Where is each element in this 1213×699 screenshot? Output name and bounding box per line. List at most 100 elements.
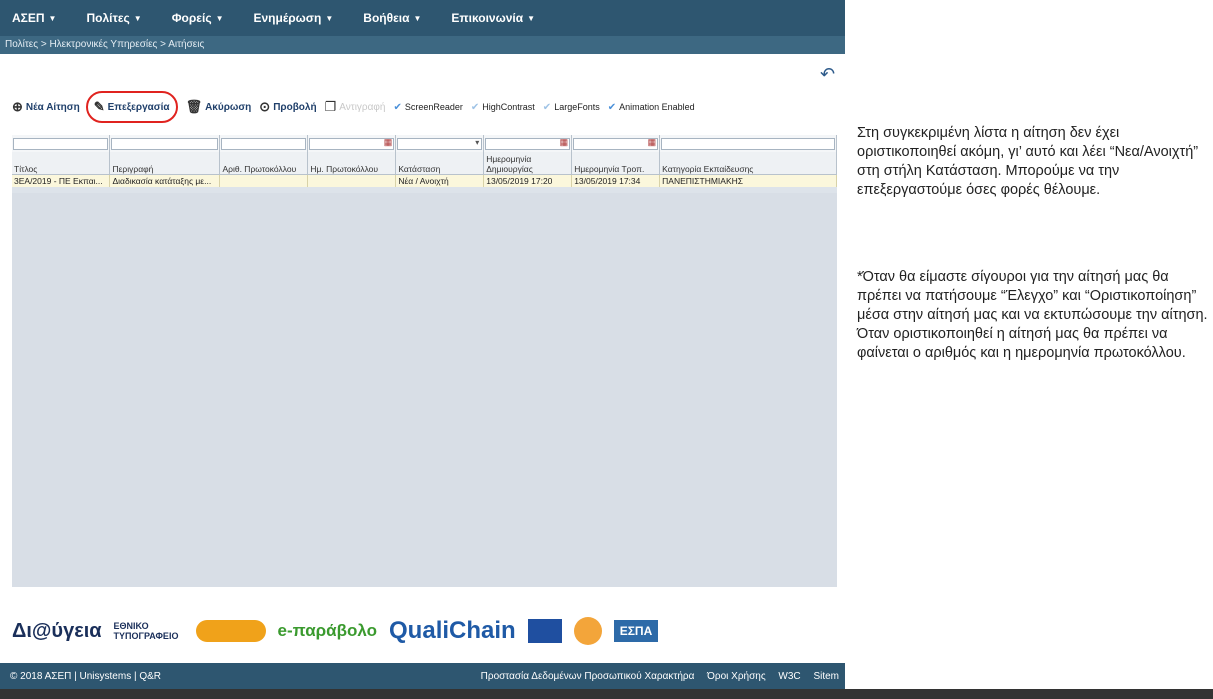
grid-empty-area xyxy=(12,193,837,587)
copy-icon: ❐ xyxy=(324,99,337,114)
footer-link-terms[interactable]: Όροι Χρήσης xyxy=(707,671,765,682)
filter-input[interactable] xyxy=(221,137,307,150)
eu-flag-icon xyxy=(527,619,562,643)
nav-item-bodies[interactable]: Φορείς ▼ xyxy=(172,11,224,25)
calendar-icon[interactable]: ▦ xyxy=(648,137,657,148)
copyright-text: © 2018 ΑΣΕΠ | Unisystems | Q&R xyxy=(10,670,162,682)
calendar-icon[interactable]: ▦ xyxy=(384,137,393,148)
nav-label: Επικοινωνία xyxy=(451,11,524,25)
table-cell: 3ΕΑ/2019 - ΠΕ Εκπαι... xyxy=(12,174,111,187)
nav-label: Βοήθεια xyxy=(363,11,410,25)
cancel-label: Ακύρωση xyxy=(205,101,252,113)
caret-down-icon: ▼ xyxy=(133,13,142,23)
view-button[interactable]: ⊙ Προβολή xyxy=(259,99,316,115)
filter-input[interactable] xyxy=(661,137,835,150)
column-header[interactable]: Τίτλος xyxy=(12,152,111,175)
caret-down-icon: ▼ xyxy=(215,13,224,23)
check-icon: ✔ xyxy=(542,101,552,113)
footer-link-privacy[interactable]: Προστασία Δεδομένων Προσωπικού Χαρακτήρα xyxy=(481,671,695,682)
edit-label: Επεξεργασία xyxy=(107,101,170,113)
filter-date-input[interactable]: ▦ xyxy=(485,137,571,150)
table-cell: 13/05/2019 17:34 xyxy=(571,174,661,187)
toolbar: ⊕ Νέα Αίτηση ✎ Επεξεργασία 🗑 Ακύρωση ⊙ Προβο… xyxy=(12,91,703,123)
table-cell: Διαδικασία κατάταξης με... xyxy=(109,174,221,187)
footer-links: Προστασία Δεδομένων Προσωπικού Χαρακτήρα… xyxy=(471,671,839,682)
caret-down-icon: ▼ xyxy=(48,13,57,23)
app-window: ΑΣΕΠ ▼ Πολίτες ▼ Φορείς ▼ Ενημέρωση ▼ Βοήθει… xyxy=(0,0,845,699)
table-cell: 13/05/2019 17:20 xyxy=(483,174,573,187)
toggle-label: HighContrast xyxy=(482,102,535,112)
check-icon: ✔ xyxy=(607,101,617,113)
cancel-button[interactable]: 🗑 Ακύρωση xyxy=(186,99,252,115)
column-header[interactable]: Κατηγορία Εκπαίδευσης xyxy=(659,152,837,175)
nav-label: ΑΣΕΠ xyxy=(12,11,45,25)
explanation-panel: Στη συγκεκριμένη λίστα η αίτηση δεν έχει… xyxy=(845,0,1213,689)
filter-input[interactable] xyxy=(111,137,219,150)
emblem-icon xyxy=(573,617,602,645)
column-header[interactable]: Ημερομηνία Τροπ. xyxy=(571,152,661,175)
caret-down-icon: ▼ xyxy=(413,13,422,23)
nav-item-asep[interactable]: ΑΣΕΠ ▼ xyxy=(12,11,56,25)
highcontrast-toggle[interactable]: ✔ HighContrast xyxy=(471,102,535,113)
screenreader-toggle[interactable]: ✔ ScreenReader xyxy=(393,102,462,113)
filter-status-select[interactable]: ▾ xyxy=(397,137,483,150)
footer-link-w3c[interactable]: W3C xyxy=(778,671,800,682)
filter-date-input[interactable]: ▦ xyxy=(309,137,395,150)
toggle-label: Animation Enabled xyxy=(619,102,695,112)
national-printing-logo[interactable]: ΕΘΝΙΚΟ ΤΥΠΟΓΡΑΦΕΙΟ xyxy=(114,621,184,641)
espa-logo[interactable]: ΕΣΠΑ xyxy=(613,620,659,642)
back-arrow-icon[interactable]: ↶ xyxy=(820,64,835,85)
edit-button[interactable]: ✎ Επεξεργασία xyxy=(85,91,178,123)
partner-logos: Δι@ύγεια ΕΘΝΙΚΟ ΤΥΠΟΓΡΑΦΕΙΟ e-παράβολο Q… xyxy=(12,610,837,652)
explanation-paragraph-2: *Όταν θα είμαστε σίγουροι για την αίτησή… xyxy=(857,269,1208,361)
breadcrumb[interactable]: Πολίτες > Ηλεκτρονικές Υπηρεσίες > Αιτήσ… xyxy=(0,36,845,54)
chevron-down-icon[interactable]: ▾ xyxy=(475,138,479,147)
column-header[interactable]: Κατάσταση xyxy=(395,152,485,175)
filter-row: ▦ ▾ ▦ ▦ xyxy=(12,135,837,152)
nav-label: Ενημέρωση xyxy=(253,11,322,25)
largefonts-toggle[interactable]: ✔ LargeFonts xyxy=(543,102,600,113)
toggle-label: LargeFonts xyxy=(554,102,600,112)
calendar-icon[interactable]: ▦ xyxy=(560,137,569,148)
new-application-button[interactable]: ⊕ Νέα Αίτηση xyxy=(12,99,80,115)
qualichain-logo[interactable]: QualiChain xyxy=(389,617,516,645)
table-cell xyxy=(307,174,397,187)
eparavolo-logo[interactable]: e-παράβολο xyxy=(278,621,377,641)
column-header[interactable]: Περιγραφή xyxy=(109,152,221,175)
toggle-label: ScreenReader xyxy=(404,102,463,112)
column-header[interactable]: Αριθ. Πρωτοκόλλου xyxy=(219,152,309,175)
copy-label: Αντιγραφή xyxy=(339,101,386,113)
animation-toggle[interactable]: ✔ Animation Enabled xyxy=(608,102,695,113)
nav-item-contact[interactable]: Επικοινωνία ▼ xyxy=(451,11,535,25)
check-icon: ✔ xyxy=(393,101,402,113)
table-row[interactable]: 3ΕΑ/2019 - ΠΕ Εκπαι... Διαδικασία κατάτα… xyxy=(12,174,837,187)
nav-item-news[interactable]: Ενημέρωση ▼ xyxy=(253,11,333,25)
nav-label: Φορείς xyxy=(171,11,212,25)
diavgeia-logo[interactable]: Δι@ύγεια xyxy=(12,620,102,643)
trash-icon: 🗑 xyxy=(185,99,203,114)
table-cell: ΠΑΝΕΠΙΣΤΗΜΙΑΚΗΣ xyxy=(659,174,837,187)
nav-item-help[interactable]: Βοήθεια ▼ xyxy=(363,11,421,25)
check-icon: ✔ xyxy=(470,101,480,113)
nav-item-citizens[interactable]: Πολίτες ▼ xyxy=(86,11,141,25)
new-application-label: Νέα Αίτηση xyxy=(25,101,80,113)
table-cell: Νέα / Ανοιχτή xyxy=(395,174,485,187)
nav-label: Πολίτες xyxy=(86,11,130,25)
applications-grid: ▦ ▾ ▦ ▦ Τίτλος Περιγραφή Αριθ. Πρωτοκόλλ… xyxy=(12,135,837,587)
caret-down-icon: ▼ xyxy=(325,13,334,23)
column-header[interactable]: Ημερομηνία Δημιουργίας xyxy=(483,152,573,175)
explanation-paragraph-1: Στη συγκεκριμένη λίστα η αίτηση δεν έχει… xyxy=(857,125,1199,198)
footer-link-sitemap[interactable]: Sitem xyxy=(813,671,839,682)
applications-table: ▦ ▾ ▦ ▦ Τίτλος Περιγραφή Αριθ. Πρωτοκόλλ… xyxy=(12,135,837,187)
copy-button[interactable]: ❐ Αντιγραφή xyxy=(325,99,386,115)
new-icon: ⊕ xyxy=(12,99,23,114)
filter-input[interactable] xyxy=(13,137,109,150)
page-bottom-strip xyxy=(0,689,1213,699)
filter-date-input[interactable]: ▦ xyxy=(573,137,659,150)
top-navigation: ΑΣΕΠ ▼ Πολίτες ▼ Φορείς ▼ Ενημέρωση ▼ Βοήθει… xyxy=(0,0,845,36)
column-header[interactable]: Ημ. Πρωτοκόλλου xyxy=(307,152,397,175)
view-label: Προβολή xyxy=(273,101,317,113)
eparavolo-emblem xyxy=(195,620,266,642)
caret-down-icon: ▼ xyxy=(527,13,536,23)
footer-bar: © 2018 ΑΣΕΠ | Unisystems | Q&R Προστασία… xyxy=(0,663,845,689)
